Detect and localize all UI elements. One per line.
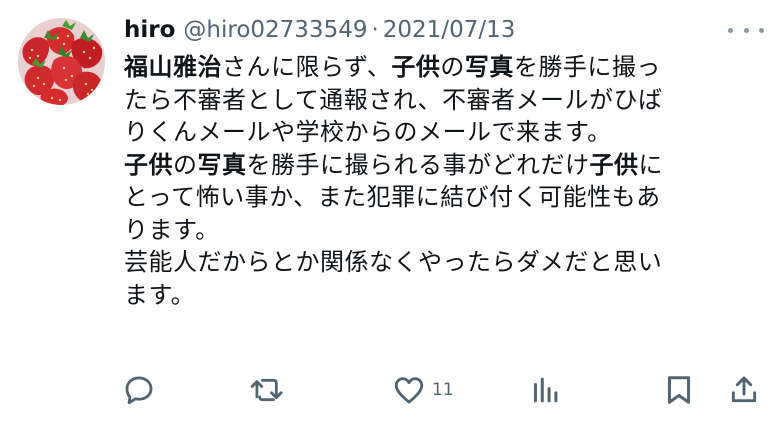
text-segment: を勝手に撮っ: [513, 53, 661, 81]
retweet-button[interactable]: [250, 374, 286, 406]
bold-text-segment: 子供: [589, 150, 639, 179]
text-segment: さんに限らず、: [222, 53, 392, 81]
retweet-icon: [250, 378, 283, 402]
like-count: 11: [432, 380, 454, 400]
text-segment: の: [173, 150, 198, 179]
text-segment: に: [638, 150, 663, 179]
tweet-actions: 11: [0, 370, 780, 410]
heart-icon: [394, 377, 424, 404]
text-segment: たら不審者として通報され、不審者メールがひば: [124, 85, 663, 114]
display-name[interactable]: hiro: [124, 17, 175, 43]
tweet-text-line: とって怖い事か、また犯罪に結び付く可能性もあ: [124, 181, 764, 214]
reply-icon: [125, 376, 153, 405]
like-button[interactable]: 11: [392, 374, 454, 406]
tweet-text: 福山雅治さんに限らず、子供の写真を勝手に撮っ たら不審者として通報され、不審者メー…: [124, 51, 764, 311]
tweet-text-line: たら不審者として通報され、不審者メールがひば: [124, 84, 764, 117]
more-dot: [728, 27, 733, 33]
text-segment: ます。: [124, 280, 196, 309]
bookmark-button[interactable]: [664, 374, 694, 406]
bold-text-segment: 写真: [197, 150, 247, 179]
tweet-text-line: 芸能人だからとか関係なくやったらダメだと思い: [124, 246, 764, 279]
more-dot: [743, 27, 749, 33]
bold-text-segment: 子供: [391, 53, 441, 81]
text-segment: の: [440, 53, 465, 81]
text-segment: とって怖い事か、また犯罪に結び付く可能性もあ: [124, 183, 661, 211]
more-options-icon[interactable]: [728, 22, 764, 38]
tweet-text-line: 子供の写真を勝手に撮られる事がどれだけ子供に: [124, 149, 764, 182]
tweet-text-line: 福山雅治さんに限らず、子供の写真を勝手に撮っ: [124, 51, 764, 84]
views-button[interactable]: [530, 374, 560, 406]
avatar[interactable]: [18, 18, 105, 105]
strawberry-avatar-image: [18, 18, 105, 105]
analytics-icon: [533, 377, 558, 403]
tweet-text-line: ます。: [124, 279, 764, 312]
tweet-text-line: りくんメールや学校からのメールで来ます。: [124, 116, 764, 149]
tweet-header: hiro @hiro02733549 · 2021/07/13: [124, 12, 515, 48]
more-dot: [759, 27, 764, 33]
bold-text-segment: 写真: [464, 53, 514, 81]
separator-dot: ·: [371, 17, 379, 43]
text-segment: を勝手に撮られる事がどれだけ: [246, 150, 590, 179]
text-segment: りくんメールや学校からのメールで来ます。: [124, 118, 612, 146]
user-handle[interactable]: @hiro02733549: [183, 17, 367, 43]
tweet-text-line: ります。: [124, 214, 764, 247]
reply-button[interactable]: [122, 374, 156, 406]
tweet-date[interactable]: 2021/07/13: [383, 17, 516, 43]
tweet: hiro @hiro02733549 · 2021/07/13 福山雅治さんに限…: [0, 0, 780, 425]
text-segment: 芸能人だからとか関係なくやったらダメだと思い: [124, 248, 663, 276]
bold-text-segment: 子供: [124, 150, 173, 179]
bold-text-segment: 福山雅治: [124, 53, 222, 81]
share-icon: [731, 376, 757, 403]
bookmark-icon: [667, 376, 691, 404]
share-button[interactable]: [728, 374, 760, 406]
text-segment: ります。: [124, 215, 220, 244]
